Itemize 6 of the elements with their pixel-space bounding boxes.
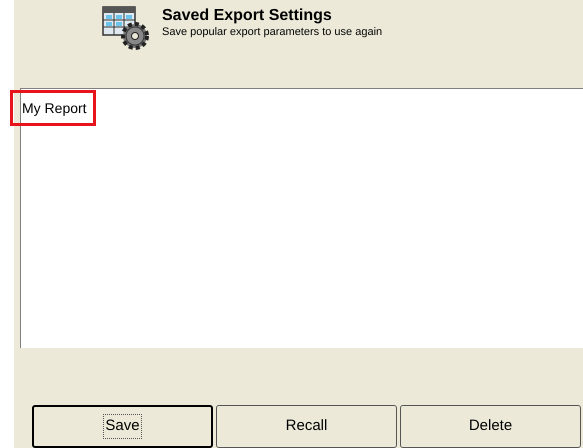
list-item[interactable]: My Report (13, 93, 93, 123)
dialog-button[interactable]: Delete (400, 405, 581, 448)
dialog-title: Saved Export Settings (162, 6, 333, 26)
dialog-subtitle: Save popular export parameters to use again (162, 26, 382, 39)
dialog-button[interactable]: Recall (216, 405, 397, 448)
dialog-button[interactable]: Save (32, 405, 213, 448)
